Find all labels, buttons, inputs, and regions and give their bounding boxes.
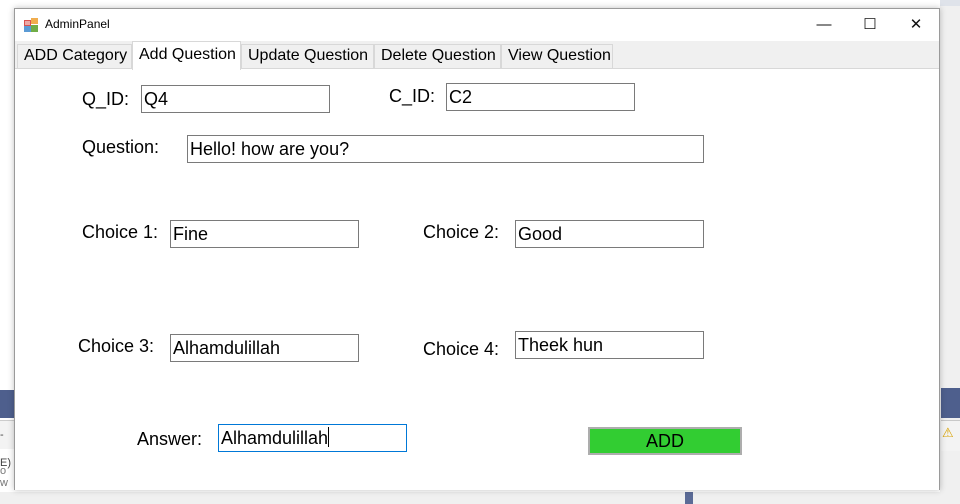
question-input[interactable]: Hello! how are you?	[187, 135, 704, 163]
maximize-button[interactable]: ☐	[847, 9, 893, 41]
background-strip	[941, 388, 960, 418]
add-question-panel: Q_ID: Q4 C_ID: C2 Question: Hello! how a…	[15, 68, 939, 490]
choice1-label: Choice 1:	[82, 222, 159, 242]
choice2-label: Choice 2:	[423, 222, 500, 242]
tab-strip: ADD Category Add Question Update Questio…	[15, 41, 939, 70]
background-bottom-marker	[685, 492, 693, 504]
choice4-label: Choice 4:	[423, 339, 500, 359]
tab-view-question[interactable]: View Question	[501, 44, 613, 68]
app-icon	[24, 18, 38, 32]
answer-input[interactable]: Alhamdulillah	[218, 424, 407, 452]
question-label: Question:	[82, 137, 160, 157]
q-id-input[interactable]: Q4	[141, 85, 330, 113]
choice1-input[interactable]: Fine	[170, 220, 359, 248]
c-id-input[interactable]: C2	[446, 83, 635, 111]
background-bottom	[0, 492, 960, 504]
tab-add-question[interactable]: Add Question	[132, 41, 241, 70]
background-strip-left	[0, 390, 14, 418]
title-bar[interactable]: AdminPanel — ☐ ✕	[15, 9, 939, 41]
background-top-bar	[940, 0, 960, 6]
warning-icon: ⚠	[942, 425, 954, 440]
background-text-left-2: o w	[0, 465, 8, 489]
choice3-label: Choice 3:	[78, 336, 155, 356]
choice4-input[interactable]: Theek hun	[515, 331, 704, 359]
answer-label: Answer:	[137, 429, 203, 449]
text-caret	[328, 427, 330, 447]
window-title: AdminPanel	[45, 17, 110, 31]
tab-add-category[interactable]: ADD Category	[17, 44, 132, 68]
add-button[interactable]: ADD	[588, 427, 742, 455]
choice2-input[interactable]: Good	[515, 220, 704, 248]
choice3-input[interactable]: Alhamdulillah	[170, 334, 359, 362]
c-id-label: C_ID:	[389, 86, 436, 106]
admin-panel-window: AdminPanel — ☐ ✕ ADD Category Add Questi…	[14, 8, 940, 490]
close-button[interactable]: ✕	[893, 9, 939, 41]
answer-value: Alhamdulillah	[221, 428, 329, 448]
background-text-left: -E)	[0, 420, 14, 469]
tab-delete-question[interactable]: Delete Question	[374, 44, 501, 68]
minimize-button[interactable]: —	[801, 9, 847, 41]
q-id-label: Q_ID:	[82, 89, 130, 109]
tab-update-question[interactable]: Update Question	[241, 44, 374, 68]
